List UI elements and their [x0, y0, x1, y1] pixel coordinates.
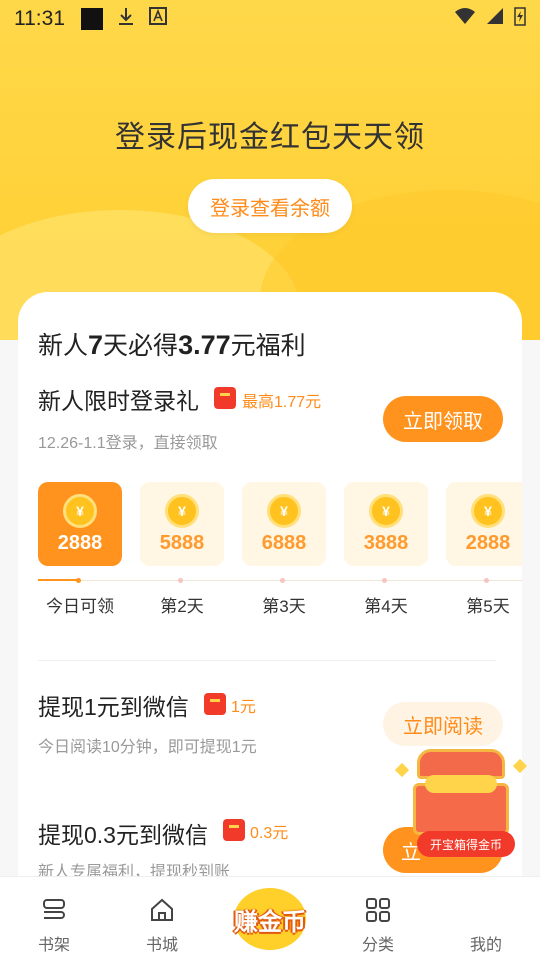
day-reward-box: ¥ 6888 [242, 482, 326, 566]
timeline-progress [38, 579, 78, 581]
card-title-amount: 3.77 [178, 330, 231, 360]
day-reward-amount: 2888 [57, 532, 103, 554]
withdraw-2-reward: 0.3元 [250, 825, 289, 842]
timeline-dot [76, 578, 81, 583]
bookshelf-icon [43, 899, 65, 919]
coin-icon: ¥ [369, 494, 403, 528]
red-packet-icon [223, 819, 245, 841]
day-reward-box: ¥ 5888 [140, 482, 224, 566]
daily-rewards-row: ¥ 2888 今日可领 ¥ 5888 第2天 ¥ 6888 第3天 ¥ 3888… [38, 482, 522, 622]
day-reward-label: 第2天 [160, 597, 204, 616]
claim-now-button[interactable]: 立即领取 [383, 396, 503, 442]
tab-category[interactable]: 分类 [338, 877, 418, 960]
day-reward-item[interactable]: ¥ 6888 第3天 [242, 482, 326, 616]
section-divider [38, 660, 496, 661]
login-gift-subtitle: 12.26-1.1登录，直接领取 [38, 435, 218, 452]
coin-icon: ¥ [471, 494, 505, 528]
notification-app-icon [81, 8, 103, 30]
card-title-days: 7 [88, 330, 104, 360]
card-title-text: 新人 [38, 332, 89, 360]
login-gift-reward: 最高1.77元 [242, 394, 322, 411]
login-gift-title: 新人限时登录礼 [38, 388, 199, 414]
coin-icon: ¥ [267, 494, 301, 528]
day-reward-label: 第3天 [262, 597, 306, 616]
day-reward-amount: 3888 [363, 532, 409, 554]
day-reward-item[interactable]: ¥ 3888 第4天 [344, 482, 428, 616]
tab-label: 书架 [37, 937, 70, 954]
timeline-dot [382, 578, 387, 583]
timeline-dot [178, 578, 183, 583]
day-reward-label: 第5天 [466, 597, 510, 616]
red-packet-icon [214, 387, 236, 409]
battery-icon [514, 6, 526, 32]
tab-bookstore[interactable]: 书城 [122, 877, 202, 960]
login-view-balance-button[interactable]: 登录查看余额 [188, 179, 352, 233]
withdraw-1-subtitle: 今日阅读10分钟，即可提现1元 [38, 739, 257, 756]
coin-icon: ¥ [165, 494, 199, 528]
day-reward-label: 今日可领 [46, 597, 114, 616]
card-title: 新人7天必得3.77元福利 [38, 326, 306, 362]
status-bar: 11:31 [0, 0, 540, 38]
day-reward-box: ¥ 2888 [446, 482, 522, 566]
gold-coins-icon [425, 775, 497, 793]
tab-label: 我的 [469, 937, 502, 954]
font-app-icon [149, 7, 167, 31]
day-reward-box: ¥ 3888 [344, 482, 428, 566]
timeline-dot [280, 578, 285, 583]
day-reward-amount: 5888 [159, 532, 205, 554]
sparkle-decoration [512, 758, 528, 774]
grid-icon [366, 898, 390, 922]
day-reward-amount: 6888 [261, 532, 307, 554]
day-reward-box: ¥ 2888 [38, 482, 122, 566]
withdraw-2-title: 提现0.3元到微信 [38, 822, 208, 848]
coin-icon: ¥ [63, 494, 97, 528]
wifi-icon [454, 7, 476, 31]
treasure-chest-widget[interactable]: 开宝箱得金币 [394, 745, 528, 857]
hero-title: 登录后现金红包天天领 [115, 121, 425, 154]
day-reward-item[interactable]: ¥ 2888 今日可领 [38, 482, 122, 616]
download-icon [117, 6, 135, 32]
day-reward-label: 第4天 [364, 597, 408, 616]
tab-earn-coins[interactable]: 赚金币 [226, 886, 314, 952]
tab-mine[interactable]: 我的 [446, 877, 526, 960]
status-time: 11:31 [14, 7, 65, 30]
treasure-label: 开宝箱得金币 [417, 831, 515, 857]
withdraw-1-title: 提现1元到微信 [38, 694, 189, 720]
card-title-text: 天必得 [103, 332, 179, 360]
card-title-text: 元福利 [230, 332, 306, 360]
signal-icon [486, 7, 504, 31]
timeline-dot [484, 578, 489, 583]
withdraw-1-reward: 1元 [231, 699, 256, 716]
hero-banner [0, 0, 540, 340]
day-reward-item[interactable]: ¥ 2888 第5天 [446, 482, 522, 616]
tab-label: 分类 [361, 937, 394, 954]
red-packet-icon [204, 693, 226, 715]
read-now-button[interactable]: 立即阅读 [383, 702, 503, 746]
tab-label: 赚金币 [234, 909, 306, 936]
tab-bookshelf[interactable]: 书架 [14, 877, 94, 960]
tab-label: 书城 [145, 937, 178, 954]
sparkle-decoration [394, 762, 410, 778]
day-reward-item[interactable]: ¥ 5888 第2天 [140, 482, 224, 616]
day-reward-amount: 2888 [465, 532, 511, 554]
home-icon [151, 898, 173, 921]
